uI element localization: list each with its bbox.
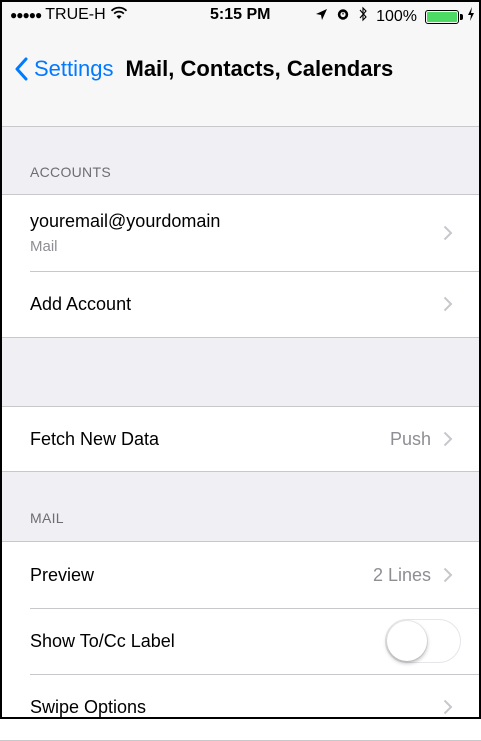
- chevron-right-icon: [443, 225, 453, 241]
- header: ●●●●● TRUE-H 5:15 PM 100% Settings Mail,…: [0, 0, 481, 127]
- carrier-name: TRUE-H: [45, 6, 106, 23]
- fetch-new-data-label: Fetch New Data: [30, 428, 160, 449]
- show-to-cc-row: Show To/Cc Label: [0, 608, 481, 674]
- account-type: Mail: [30, 238, 58, 255]
- chevron-right-icon: [443, 699, 453, 715]
- swipe-options-label: Swipe Options: [30, 696, 147, 717]
- accounts-section-header: ACCOUNTS: [30, 164, 111, 180]
- preview-value: 2 Lines: [372, 564, 431, 585]
- accounts-group: youremail@yourdomain Mail Add Account: [0, 194, 481, 338]
- back-label: Settings: [34, 56, 114, 81]
- show-to-cc-label: Show To/Cc Label: [30, 630, 175, 651]
- add-account-row[interactable]: Add Account: [0, 271, 481, 337]
- wifi-icon: [110, 6, 128, 25]
- page-title: Mail, Contacts, Calendars: [125, 56, 394, 81]
- status-bar: ●●●●● TRUE-H 5:15 PM 100%: [0, 0, 481, 30]
- battery-percent: 100%: [376, 7, 417, 25]
- fetch-new-data-row[interactable]: Fetch New Data Push: [0, 407, 481, 471]
- account-email: youremail@yourdomain: [30, 211, 221, 231]
- chevron-left-icon: [15, 57, 28, 81]
- mail-section-header: MAIL: [30, 510, 64, 526]
- preview-row[interactable]: Preview 2 Lines: [0, 542, 481, 608]
- charging-icon: [467, 7, 475, 26]
- navigation-bar: Settings Mail, Contacts, Calendars: [14, 56, 393, 82]
- battery-icon: [425, 9, 463, 24]
- status-time: 5:15 PM: [210, 6, 271, 23]
- swipe-options-row[interactable]: Swipe Options: [0, 674, 481, 740]
- preview-label: Preview: [30, 564, 95, 585]
- back-button[interactable]: Settings: [14, 56, 114, 82]
- chevron-right-icon: [443, 431, 453, 447]
- alarm-icon: [336, 7, 350, 26]
- chevron-right-icon: [443, 296, 453, 312]
- show-to-cc-toggle[interactable]: [385, 619, 461, 663]
- chevron-right-icon: [443, 567, 453, 583]
- location-arrow-icon: [315, 8, 328, 26]
- fetch-new-data-value: Push: [389, 428, 431, 449]
- fetch-group: Fetch New Data Push: [0, 406, 481, 472]
- add-account-label: Add Account: [30, 293, 132, 314]
- bluetooth-icon: [358, 6, 368, 27]
- toggle-knob: [387, 621, 427, 661]
- mail-group: Preview 2 Lines Show To/Cc Label Swipe O…: [0, 541, 481, 741]
- account-row[interactable]: youremail@yourdomain Mail: [0, 195, 481, 271]
- signal-strength: ●●●●●: [10, 8, 42, 22]
